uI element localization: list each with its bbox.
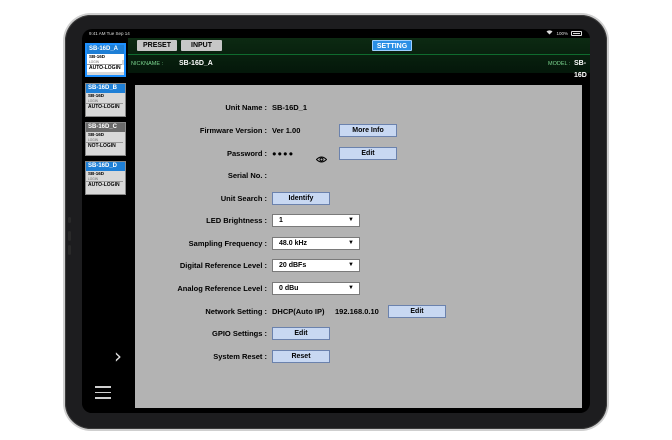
unit-name: SB-16D_A xyxy=(87,45,124,54)
identify-button[interactable]: Identify xyxy=(272,192,330,205)
app-header: PRESET INPUT SETTING NICKNAME : SB-16D_A… xyxy=(128,38,590,79)
led-brightness-select[interactable]: 1 ▼ xyxy=(272,214,360,227)
model-label: MODEL : xyxy=(548,61,571,67)
battery-icon xyxy=(571,31,582,36)
unit-name-label: Unit Name : xyxy=(225,103,267,112)
unit-name-value: SB-16D_1 xyxy=(272,103,308,112)
system-reset-row: System Reset : Reset xyxy=(135,350,582,364)
gpio-edit-button[interactable]: Edit xyxy=(272,327,330,340)
firmware-label: Firmware Version : xyxy=(199,126,267,135)
system-reset-label: System Reset : xyxy=(213,352,267,361)
led-brightness-label: LED Brightness : xyxy=(206,216,267,225)
analog-ref-value: 0 dBu xyxy=(279,285,299,292)
dropdown-arrow-icon: ▼ xyxy=(348,240,354,246)
sampling-select[interactable]: 48.0 kHz ▼ xyxy=(272,237,360,250)
unit-login-status: AUTO-LOGIN xyxy=(88,182,120,188)
settings-panel: Unit Name : SB-16D_1 Firmware Version : … xyxy=(135,85,582,408)
unit-search-row: Unit Search : Identify xyxy=(135,192,582,206)
password-masked: ●●●● xyxy=(272,149,295,158)
eye-icon[interactable] xyxy=(315,150,328,163)
firmware-row: Firmware Version : Ver 1.00 More Info xyxy=(135,124,582,138)
analog-ref-select[interactable]: 0 dBu ▼ xyxy=(272,282,360,295)
status-bar: 9:41 AM Tue Sep 14 100% xyxy=(82,29,590,38)
unit-name: SB-16D_B xyxy=(86,84,125,93)
network-ip: 192.168.0.10 xyxy=(335,307,379,316)
model-value: SB-16D xyxy=(574,60,587,79)
sampling-value: 48.0 kHz xyxy=(279,240,308,247)
analog-ref-label: Analog Reference Level : xyxy=(177,284,267,293)
app-screen: 9:41 AM Tue Sep 14 100% SB-16D_A SB-16D … xyxy=(82,29,590,413)
analog-ref-row: Analog Reference Level : 0 dBu ▼ xyxy=(135,282,582,296)
dropdown-arrow-icon: ▼ xyxy=(348,217,354,223)
digital-ref-row: Digital Reference Level : 20 dBFs ▼ xyxy=(135,259,582,273)
unit-login-status: AUTO-LOGIN xyxy=(87,65,124,72)
tablet-side-button xyxy=(68,217,71,223)
tab-setting[interactable]: SETTING xyxy=(372,40,412,51)
password-edit-button[interactable]: Edit xyxy=(339,147,397,160)
digital-ref-select[interactable]: 20 dBFs ▼ xyxy=(272,259,360,272)
hamburger-icon[interactable] xyxy=(95,386,111,403)
nickname-label: NICKNAME : xyxy=(131,61,164,67)
tab-input[interactable]: INPUT xyxy=(181,40,222,51)
network-row: Network Setting : DHCP(Auto IP) 192.168.… xyxy=(135,305,582,319)
serial-label: Serial No. : xyxy=(227,171,267,180)
tablet-volume-button xyxy=(68,231,71,241)
tablet-volume-button xyxy=(68,245,71,255)
reset-button[interactable]: Reset xyxy=(272,350,330,363)
wifi-icon xyxy=(546,29,553,38)
battery-percent: 100% xyxy=(556,31,568,36)
sampling-row: Sampling Frequency : 48.0 kHz ▼ xyxy=(135,237,582,251)
digital-ref-label: Digital Reference Level : xyxy=(179,261,267,270)
network-edit-button[interactable]: Edit xyxy=(388,305,446,318)
gpio-label: GPIO Settings : xyxy=(211,329,267,338)
status-time: 9:41 AM Tue Sep 14 xyxy=(89,31,130,36)
led-brightness-row: LED Brightness : 1 ▼ xyxy=(135,214,582,228)
dropdown-arrow-icon: ▼ xyxy=(348,262,354,268)
digital-ref-value: 20 dBFs xyxy=(279,262,307,269)
password-label: Password : xyxy=(226,149,267,158)
unit-card-a[interactable]: SB-16D_A SB-16D LOGIN AUTO-LOGIN xyxy=(85,43,126,77)
status-right: 100% xyxy=(546,29,582,38)
firmware-value: Ver 1.00 xyxy=(272,126,301,135)
header-divider xyxy=(128,54,590,55)
network-mode: DHCP(Auto IP) xyxy=(272,307,325,316)
tab-preset[interactable]: PRESET xyxy=(137,40,177,51)
more-info-button[interactable]: More Info xyxy=(339,124,397,137)
password-row: Password : ●●●● Edit xyxy=(135,147,582,163)
led-brightness-value: 1 xyxy=(279,217,283,224)
unit-search-label: Unit Search : xyxy=(220,194,267,203)
serial-row: Serial No. : xyxy=(135,169,582,183)
unit-name-row: Unit Name : SB-16D_1 xyxy=(135,101,582,115)
network-label: Network Setting : xyxy=(205,307,267,316)
dropdown-arrow-icon: ▼ xyxy=(348,285,354,291)
nickname-value: SB-16D_A xyxy=(179,60,213,67)
sampling-label: Sampling Frequency : xyxy=(188,239,267,248)
gpio-row: GPIO Settings : Edit xyxy=(135,327,582,341)
